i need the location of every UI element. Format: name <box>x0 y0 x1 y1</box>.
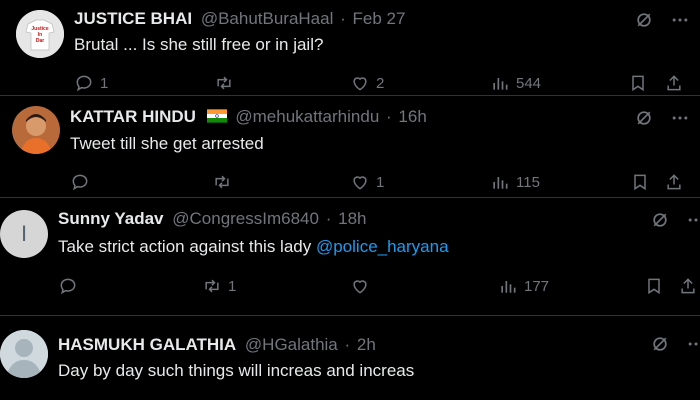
repost-icon <box>205 279 219 293</box>
separator-dot: · <box>386 107 392 126</box>
author-name[interactable]: KATTAR HINDU <box>70 107 196 126</box>
reply-item[interactable]: Justice In Dar JUSTICE BHAI @BahutBuraHa… <box>0 0 700 96</box>
mention-link[interactable]: @police_haryana <box>316 237 449 256</box>
view-count: 177 <box>524 277 550 295</box>
bookmark-button[interactable] <box>630 172 650 192</box>
timestamp[interactable]: 2h <box>357 335 376 354</box>
more-icon[interactable] <box>670 10 690 30</box>
grok-icon[interactable] <box>650 210 670 230</box>
separator-dot: · <box>325 209 332 228</box>
bookmark-button[interactable] <box>628 73 648 93</box>
like-button[interactable]: 2 <box>350 73 384 93</box>
author-name[interactable]: HASMUKH GALATHIA <box>58 335 236 354</box>
more-icon[interactable] <box>686 210 700 230</box>
grok-icon[interactable] <box>634 10 654 30</box>
reply-icon <box>72 174 88 191</box>
separator-dot: · <box>340 9 346 28</box>
like-count: 2 <box>376 74 385 92</box>
repost-button[interactable] <box>214 73 240 93</box>
reply-button[interactable] <box>70 172 96 192</box>
author-name[interactable]: JUSTICE BHAI <box>74 9 192 28</box>
bookmark-icon <box>648 278 660 295</box>
view-count: 544 <box>516 74 542 92</box>
repost-icon <box>217 76 231 90</box>
repost-button[interactable]: 1 <box>202 276 236 296</box>
like-icon <box>353 77 367 91</box>
avatar[interactable]: I <box>0 210 48 258</box>
share-icon <box>681 278 695 294</box>
grok-icon[interactable] <box>650 334 670 354</box>
reply-text: Day by day such things will increas and … <box>58 361 415 380</box>
india-flag-icon <box>206 109 227 123</box>
like-icon <box>353 176 367 190</box>
timestamp[interactable]: Feb 27 <box>353 9 406 28</box>
like-icon <box>353 280 367 294</box>
views-button[interactable]: 177 <box>498 276 549 296</box>
views-button[interactable]: 115 <box>490 172 540 192</box>
reply-count: 1 <box>100 74 109 92</box>
svg-text:Dar: Dar <box>36 38 44 44</box>
views-icon <box>493 177 508 189</box>
like-button[interactable] <box>350 276 376 296</box>
reply-item[interactable]: HASMUKH GALATHIA @HGalathia · 2h Day by … <box>0 316 700 400</box>
more-icon[interactable] <box>686 334 700 354</box>
author-handle[interactable]: @CongressIm6840 <box>172 209 319 228</box>
avatar[interactable] <box>12 106 60 154</box>
share-icon <box>667 75 681 91</box>
views-icon <box>501 281 516 293</box>
repost-count: 1 <box>228 277 237 295</box>
reply-item[interactable]: KATTAR HINDU @mehukattarhindu · 16h Twee… <box>0 96 700 198</box>
repost-icon <box>215 175 229 189</box>
avatar-initial: I <box>20 221 28 246</box>
avatar[interactable] <box>0 330 48 378</box>
author-handle[interactable]: @BahutBuraHaal <box>201 9 334 28</box>
share-icon <box>667 174 681 190</box>
reply-text: Tweet till she get arrested <box>70 134 264 153</box>
avatar[interactable]: Justice In Dar <box>16 10 64 58</box>
views-button[interactable]: 544 <box>490 73 541 93</box>
reply-icon <box>76 75 92 92</box>
separator-dot: · <box>344 335 351 354</box>
reply-text: Take strict action against this lady <box>58 237 316 256</box>
author-handle[interactable]: @mehukattarhindu <box>235 107 379 126</box>
more-icon[interactable] <box>670 108 690 128</box>
like-button[interactable]: 1 <box>350 172 384 192</box>
share-button[interactable] <box>678 276 698 296</box>
view-count: 115 <box>516 173 540 191</box>
reply-text: Brutal ... Is she still free or in jail? <box>74 35 324 54</box>
reply-button[interactable] <box>58 276 84 296</box>
like-count: 1 <box>376 173 385 191</box>
share-button[interactable] <box>664 73 684 93</box>
grok-icon[interactable] <box>634 108 654 128</box>
share-button[interactable] <box>664 172 684 192</box>
bookmark-button[interactable] <box>644 276 664 296</box>
views-icon <box>493 78 508 90</box>
bookmark-icon <box>632 75 644 92</box>
reply-button[interactable]: 1 <box>74 73 108 93</box>
timestamp[interactable]: 16h <box>398 107 426 126</box>
bookmark-icon <box>634 174 646 191</box>
timestamp[interactable]: 18h <box>338 209 366 228</box>
author-handle[interactable]: @HGalathia <box>245 335 338 354</box>
author-name[interactable]: Sunny Yadav <box>58 209 164 228</box>
repost-button[interactable] <box>212 172 238 192</box>
reply-item[interactable]: I Sunny Yadav @CongressIm6840 · 18h Take… <box>0 198 700 316</box>
reply-icon <box>60 278 76 295</box>
